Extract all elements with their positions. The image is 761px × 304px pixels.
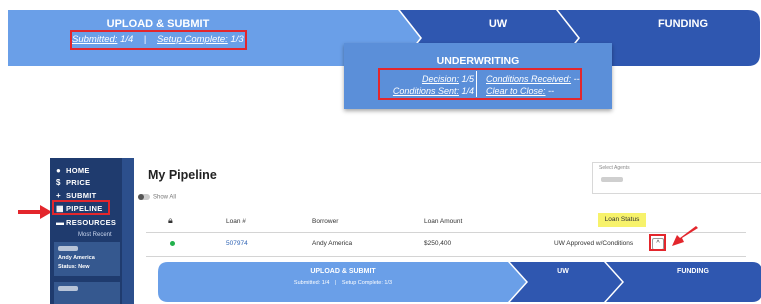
arrow-right-icon <box>18 205 52 219</box>
arrow-pointer-icon <box>672 226 698 246</box>
column-header-loan[interactable]: Loan # <box>226 218 246 225</box>
sidebar-item-price[interactable]: $ PRICE <box>56 178 90 187</box>
separator: | <box>334 280 337 286</box>
stage-funding[interactable]: FUNDING <box>628 268 758 275</box>
submitted-link[interactable]: Submitted: <box>294 280 320 286</box>
recent-status: Status: New <box>58 264 90 270</box>
blurred-text <box>58 286 78 291</box>
setup-complete-link[interactable]: Setup Complete: <box>342 280 383 286</box>
submitted-value: 1/4 <box>321 280 330 286</box>
sidebar-item-label: SUBMIT <box>66 191 97 200</box>
sidebar-item-label: RESOURCES <box>66 218 117 227</box>
stage-uw[interactable]: UW <box>518 268 608 275</box>
show-all-toggle[interactable]: Show All <box>138 194 176 201</box>
status-cell: UW Approved w/Conditions <box>554 240 634 247</box>
highlight-box <box>52 200 110 215</box>
divider <box>146 256 746 257</box>
sidebar-item-label: PRICE <box>66 178 91 187</box>
stage-upload-submit[interactable]: UPLOAD & SUBMIT <box>8 18 308 30</box>
recent-loan-card[interactable] <box>54 282 120 304</box>
dollar-icon: $ <box>56 178 61 187</box>
borrower-cell: Andy America <box>312 240 353 247</box>
show-all-label: Show All <box>153 194 177 201</box>
highlight-box <box>649 234 666 251</box>
setup-complete-value: 1/3 <box>384 280 393 286</box>
blurred-text <box>58 246 78 251</box>
status-dot-icon <box>170 241 175 246</box>
recent-borrower: Andy America <box>58 255 95 261</box>
sidebar-item-home[interactable]: ● HOME <box>56 166 90 175</box>
most-recent-heading: Most Recent <box>78 232 112 238</box>
stage-upload-submit[interactable]: UPLOAD & SUBMIT <box>158 268 528 275</box>
stage-uw[interactable]: UW <box>438 18 558 30</box>
plus-icon: + <box>56 191 61 200</box>
highlight-box <box>378 68 582 100</box>
divider <box>146 232 746 233</box>
stage-funding[interactable]: FUNDING <box>608 18 758 30</box>
home-icon: ● <box>56 166 62 175</box>
column-header-amount[interactable]: Loan Amount <box>424 218 462 225</box>
amount-cell: $250,400 <box>424 240 452 247</box>
upload-progress-links: Submitted: 1/4 | Setup Complete: 1/3 <box>158 280 528 286</box>
column-header-status[interactable]: Loan Status <box>598 213 646 227</box>
recent-loan-card[interactable]: Andy America Status: New <box>54 242 120 276</box>
column-header-borrower[interactable]: Borrower <box>312 218 338 225</box>
sidebar-strip <box>122 158 134 304</box>
pipeline-panel: My Pipeline Show All Select Agents 🔒︎ Lo… <box>134 158 761 304</box>
agent-select[interactable]: Select Agents <box>592 162 761 194</box>
sidebar: ● HOME $ PRICE + SUBMIT ▦ PIPELINE ▬ RESOURCE… <box>50 158 134 304</box>
lock-icon: 🔒︎ <box>168 215 173 225</box>
toggle-switch[interactable] <box>138 194 150 200</box>
sidebar-item-resources[interactable]: ▬ RESOURCES <box>56 218 116 227</box>
row-progress-ribbon: UPLOAD & SUBMIT UW FUNDING Submitted: 1/… <box>158 262 761 302</box>
folder-icon: ▬ <box>56 218 65 227</box>
blurred-text <box>601 177 623 182</box>
agent-select-label: Select Agents <box>599 165 630 171</box>
loan-number-link[interactable]: 507974 <box>226 240 248 247</box>
underwriting-dropdown: UNDERWRITING Decision: 1/5 Conditions Se… <box>344 43 612 109</box>
sidebar-item-submit[interactable]: + SUBMIT <box>56 191 97 200</box>
page-title: My Pipeline <box>148 168 217 182</box>
highlight-box <box>70 30 247 50</box>
sidebar-item-label: HOME <box>66 166 90 175</box>
underwriting-title: UNDERWRITING <box>436 55 520 67</box>
